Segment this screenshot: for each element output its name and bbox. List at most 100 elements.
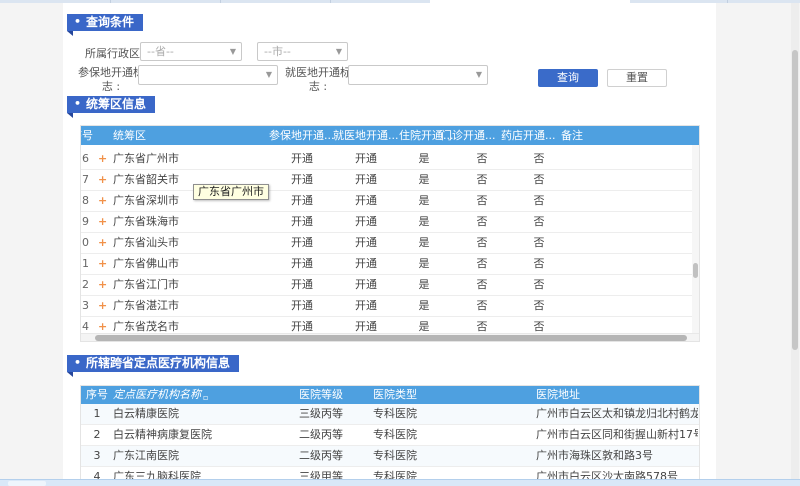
hospital-grade: 三级丙等 (299, 404, 343, 424)
pharmacy-open-flag: 否 (524, 149, 554, 169)
hospital-row[interactable]: 4广东三九脑科医院三级甲等专科医院广州市白云区沙太南路578号 (81, 467, 699, 479)
insured-open-flag: 开通 (277, 275, 327, 295)
hospital-table-body: 1白云精康医院三级丙等专科医院广州市白云区太和镇龙归北村鹤龙五...2白云精神病… (81, 404, 699, 479)
hospital-name: 广东三九脑科医院 (113, 467, 201, 479)
section-title-hospital: 所辖跨省定点医疗机构信息 (86, 356, 230, 370)
row-seq: 1 (81, 404, 113, 424)
outpatient-open-flag: 否 (467, 149, 497, 169)
treatment-flag-select[interactable]: ▼ (348, 65, 488, 85)
region-table-horizontal-scrollbar[interactable] (81, 333, 699, 341)
query-button[interactable]: 查询 (538, 69, 598, 87)
region-row[interactable]: 23+广东省湛江市开通开通是否否 (81, 296, 692, 317)
row-seq: 21 (81, 254, 97, 274)
treatment-open-flag: 开通 (341, 170, 391, 190)
row-seq: 23 (81, 296, 97, 316)
expand-plus-icon[interactable]: + (98, 317, 110, 333)
section-title-query: 查询条件 (86, 15, 134, 29)
hospital-address: 广州市白云区同和街握山新村17号 (536, 425, 698, 445)
hospital-grade: 二级丙等 (299, 425, 343, 445)
outpatient-open-flag: 否 (467, 254, 497, 274)
region-name: 广东省韶关市 (113, 170, 179, 190)
region-row[interactable]: 17+广东省韶关市开通开通是否否 (81, 170, 692, 191)
treatment-open-flag: 开通 (341, 212, 391, 232)
page-vertical-scrollbar[interactable] (791, 3, 799, 479)
region-tooltip: 广东省广州市 (193, 184, 269, 200)
hospital-row[interactable]: 3广东江南医院二级丙等专科医院广州市海珠区敦和路3号 (81, 446, 699, 467)
hospital-table-header: 序号 定点医疗机构名称▫ 医院等级 医院类型 医院地址 (81, 386, 699, 404)
region-row[interactable]: 21+广东省佛山市开通开通是否否 (81, 254, 692, 275)
tab-divider (727, 0, 728, 3)
treatment-flag-label: 就医地开通标志 : (285, 66, 351, 94)
scrollbar-thumb[interactable] (693, 263, 698, 278)
row-seq: 24 (81, 317, 97, 333)
expand-plus-icon[interactable]: + (98, 275, 110, 295)
treatment-open-flag: 开通 (341, 317, 391, 333)
scrollbar-thumb[interactable] (792, 50, 798, 350)
hospital-row[interactable]: 2白云精神病康复医院二级丙等专科医院广州市白云区同和街握山新村17号 (81, 425, 699, 446)
col-header-type: 医院类型 (373, 386, 417, 404)
pharmacy-open-flag: 否 (524, 254, 554, 274)
col-header-insured: 参保地开通... (269, 126, 335, 145)
region-row[interactable]: 24+广东省茂名市开通开通是否否 (81, 317, 692, 333)
sort-icon: ▫ (203, 393, 208, 402)
region-row[interactable]: 20+广东省汕头市开通开通是否否 (81, 233, 692, 254)
province-select-value: --省-- (147, 45, 174, 58)
insured-flag-select[interactable]: ▼ (138, 65, 278, 85)
chevron-down-icon: ▼ (230, 47, 236, 57)
inpatient-open-flag: 是 (409, 296, 439, 316)
outpatient-open-flag: 否 (467, 317, 497, 333)
inpatient-open-flag: 是 (409, 149, 439, 169)
region-row[interactable]: 18+广东省深圳市开通开通是否否 (81, 191, 692, 212)
reset-button[interactable]: 重置 (607, 69, 667, 87)
region-row[interactable]: 16+广东省广州市开通开通是否否 (81, 149, 692, 170)
col-header-hospital-name-text: 定点医疗机构名称 (113, 388, 201, 401)
section-tag-region: • 统筹区信息 (67, 96, 155, 113)
bullet-icon: • (74, 356, 81, 369)
region-table-vertical-scrollbar[interactable] (692, 145, 699, 333)
outpatient-open-flag: 否 (467, 233, 497, 253)
city-select[interactable]: --市--▼ (257, 42, 348, 61)
col-header-grade: 医院等级 (299, 386, 343, 404)
expand-plus-icon[interactable]: + (98, 149, 110, 169)
inpatient-open-flag: 是 (409, 275, 439, 295)
inpatient-open-flag: 是 (409, 191, 439, 211)
expand-plus-icon[interactable]: + (98, 233, 110, 253)
hospital-name: 白云精康医院 (113, 404, 179, 424)
hospital-type: 专科医院 (373, 404, 417, 424)
treatment-open-flag: 开通 (341, 296, 391, 316)
province-select[interactable]: --省-- ▼ (140, 42, 242, 61)
col-header-outpatient: 门诊开通... (441, 126, 496, 145)
col-header-seq: 序号 (81, 386, 113, 404)
expand-plus-icon[interactable]: + (98, 296, 110, 316)
outpatient-open-flag: 否 (467, 296, 497, 316)
region-name: 广东省茂名市 (113, 317, 179, 333)
pharmacy-open-flag: 否 (524, 170, 554, 190)
region-table-body: 16+广东省广州市开通开通是否否17+广东省韶关市开通开通是否否18+广东省深圳… (81, 149, 699, 333)
bottom-scroll-strip[interactable] (0, 479, 800, 486)
scrollbar-thumb[interactable] (95, 335, 687, 341)
section-title-region: 统筹区信息 (86, 97, 146, 111)
section-tag-hospital: • 所辖跨省定点医疗机构信息 (67, 355, 239, 372)
region-name: 广东省珠海市 (113, 212, 179, 232)
row-seq: 3 (81, 446, 113, 466)
region-name: 广东省广州市 (113, 149, 179, 169)
hospital-address: 广州市海珠区敦和路3号 (536, 446, 698, 466)
hospital-row[interactable]: 1白云精康医院三级丙等专科医院广州市白云区太和镇龙归北村鹤龙五... (81, 404, 699, 425)
region-name: 广东省深圳市 (113, 191, 179, 211)
expand-plus-icon[interactable]: + (98, 212, 110, 232)
expand-plus-icon[interactable]: + (98, 191, 110, 211)
treatment-open-flag: 开通 (341, 149, 391, 169)
city-select-value: --市-- (264, 45, 291, 58)
hospital-table: 序号 定点医疗机构名称▫ 医院等级 医院类型 医院地址 1白云精康医院 三级丙等 专… (80, 385, 700, 479)
treatment-open-flag: 开通 (341, 191, 391, 211)
col-header-pharmacy: 药店开通... (501, 126, 556, 145)
region-row[interactable]: 22+广东省江门市开通开通是否否 (81, 275, 692, 296)
insured-open-flag: 开通 (277, 191, 327, 211)
scrollbar-thumb[interactable] (8, 481, 46, 486)
insured-flag-label: 参保地开通标志 : (78, 66, 144, 94)
pharmacy-open-flag: 否 (524, 191, 554, 211)
bullet-icon: • (74, 97, 81, 110)
expand-plus-icon[interactable]: + (98, 254, 110, 274)
expand-plus-icon[interactable]: + (98, 170, 110, 190)
region-row[interactable]: 19+广东省珠海市开通开通是否否 (81, 212, 692, 233)
